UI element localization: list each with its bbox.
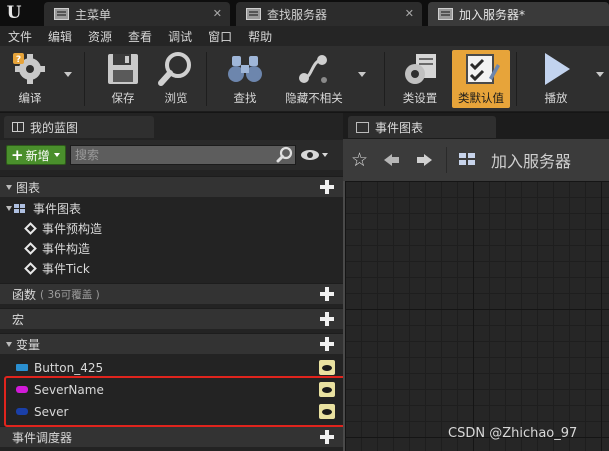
play-triangle-icon [536,50,576,88]
event-diamond-icon [24,242,37,255]
save-button[interactable]: 保存 [93,50,153,108]
event-diamond-icon [24,222,37,235]
svg-text:?: ? [16,55,21,65]
variable-row[interactable]: Button_425 [0,357,343,378]
magnifier-icon [156,50,196,88]
section-macros[interactable]: 宏 [0,308,343,329]
tree-item-event-graph[interactable]: 事件图表 [0,198,343,219]
blueprint-icon [246,8,261,20]
variable-type-icon [16,364,28,371]
section-event-dispatchers[interactable]: 事件调度器 [0,426,343,447]
add-macro-plus-icon[interactable] [320,312,334,326]
tab-event-graph[interactable]: 事件图表 [348,116,496,138]
breadcrumb[interactable]: 加入服务器 [491,148,571,172]
variable-row[interactable]: Sever [0,401,343,422]
watermark: CSDN @Zhichao_97 [448,426,578,441]
graph-tab-icon [356,121,369,133]
add-graph-plus-icon[interactable] [320,180,334,194]
add-new-button[interactable]: + 新增 [6,145,66,165]
overridable-count: ( 36可覆盖 ) [40,288,100,301]
section-graphs[interactable]: 图表 [0,176,343,197]
hide-unrelated-button[interactable]: 隐藏不相关 [282,50,346,108]
event-diamond-icon [24,262,37,275]
unreal-logo-icon[interactable]: U [0,0,28,26]
forward-arrow-icon[interactable] [416,152,433,168]
blueprint-icon [438,8,453,20]
tree-item-event-tick[interactable]: 事件Tick [0,258,343,279]
view-options-eye-icon[interactable] [300,148,330,162]
book-icon [12,122,24,132]
node-graph-icon [294,50,334,88]
favorite-star-icon[interactable]: ☆ [351,149,368,171]
visibility-eye-icon[interactable] [319,382,335,397]
compile-gear-icon: ? [10,50,50,88]
save-disk-icon [103,50,143,88]
menu-edit[interactable]: 编辑 [48,28,72,45]
event-graph-icon [459,152,479,168]
class-defaults-checklist-icon [461,50,501,88]
hide-unrelated-chevron-icon[interactable] [358,72,366,77]
visibility-eye-icon[interactable] [319,360,335,375]
section-variables[interactable]: 变量 [0,333,343,354]
menu-view[interactable]: 查看 [128,28,152,45]
tab-join-server[interactable]: 加入服务器* [428,2,609,26]
blueprint-icon [54,8,69,20]
binoculars-icon [225,50,265,88]
close-icon[interactable]: ✕ [213,7,222,20]
menu-file[interactable]: 文件 [8,28,32,45]
class-settings-button[interactable]: 类设置 [390,50,450,108]
add-function-plus-icon[interactable] [320,287,334,301]
graph-navigation-bar: ☆ 加入服务器 [343,139,609,181]
blueprint-toolbar: ? 编译 保存 浏览 查找 隐藏不相关 类设置 类默认值 播放 [0,46,609,112]
section-functions[interactable]: 函数 ( 36可覆盖 ) [0,283,343,304]
tab-my-blueprint[interactable]: 我的蓝图 [4,116,154,138]
collapse-triangle-icon[interactable] [6,341,12,347]
menu-help[interactable]: 帮助 [248,28,272,45]
blueprint-search-row: + 新增 搜索 [0,140,343,170]
tab-find-server[interactable]: 查找服务器 ✕ [236,2,422,26]
document-tab-bar: U 主菜单 ✕ 查找服务器 ✕ 加入服务器* [0,0,609,26]
back-arrow-icon[interactable] [384,152,400,168]
compile-options-chevron-icon[interactable] [64,72,72,77]
collapse-triangle-icon[interactable] [6,184,12,190]
class-settings-gear-icon [400,50,440,88]
browse-button[interactable]: 浏览 [146,50,206,108]
class-defaults-button[interactable]: 类默认值 [452,50,510,108]
variable-row[interactable]: SeverName [0,379,343,400]
play-button[interactable]: 播放 [526,50,586,108]
search-input[interactable]: 搜索 [70,145,296,165]
compile-button[interactable]: ? 编译 [0,50,60,108]
variable-type-icon [16,408,28,415]
play-options-chevron-icon[interactable] [596,72,604,77]
tab-main-menu[interactable]: 主菜单 ✕ [44,2,230,26]
add-dispatcher-plus-icon[interactable] [320,430,334,444]
menu-asset[interactable]: 资源 [88,28,112,45]
graph-tab-bar: 事件图表 [343,113,609,139]
menu-window[interactable]: 窗口 [208,28,232,45]
tree-item-event-construct[interactable]: 事件构造 [0,238,343,259]
close-icon[interactable]: ✕ [405,7,414,20]
add-variable-plus-icon[interactable] [320,337,334,351]
menu-bar: 文件 编辑 资源 查看 调试 窗口 帮助 [0,26,609,46]
chevron-down-icon [53,153,60,157]
tree-item-event-preconstruct[interactable]: 事件预构造 [0,218,343,239]
variable-type-icon [16,386,28,393]
visibility-eye-icon[interactable] [319,404,335,419]
search-icon[interactable] [276,146,294,164]
menu-debug[interactable]: 调试 [168,28,192,45]
event-graph-icon [14,203,28,214]
event-graph-canvas[interactable] [343,181,609,451]
find-button[interactable]: 查找 [215,50,275,108]
plus-icon: + [11,145,24,164]
collapse-triangle-icon[interactable] [6,206,12,211]
